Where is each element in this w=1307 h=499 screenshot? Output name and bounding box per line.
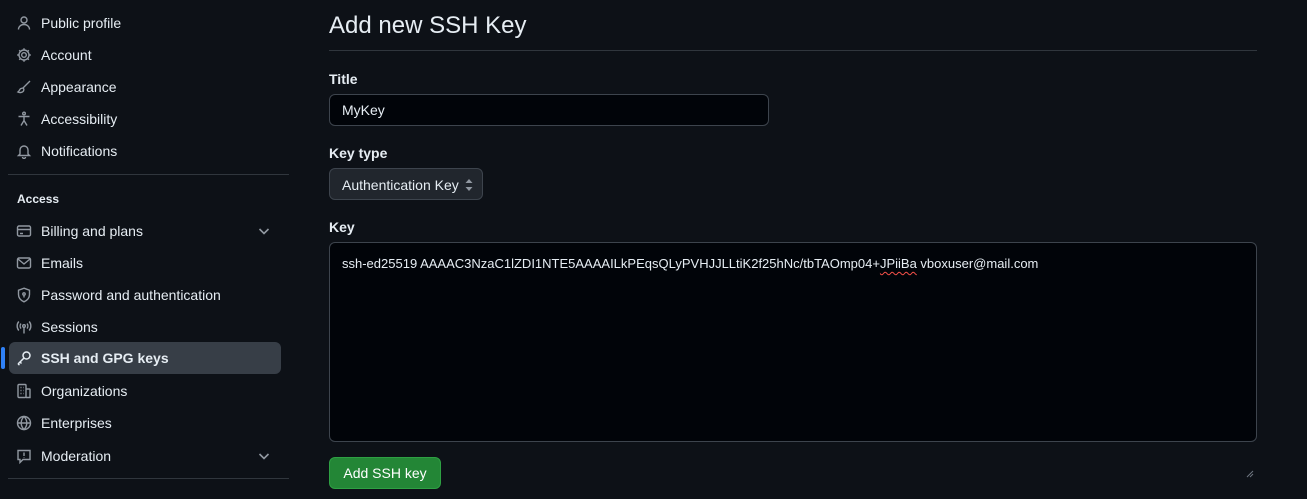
- page-title: Add new SSH Key: [329, 12, 527, 39]
- key-text-part: ssh-ed25519 AAAAC3NzaC1lZDI1NTE5AAAAILkP…: [342, 256, 880, 271]
- sidebar-divider: [8, 478, 289, 479]
- sidebar-item-label: Accessibility: [41, 111, 118, 127]
- sidebar-item-label: Enterprises: [41, 415, 112, 431]
- title-input[interactable]: [329, 94, 769, 126]
- sidebar-item-label: SSH and GPG keys: [41, 350, 169, 366]
- sidebar-item-enterprises[interactable]: Enterprises: [9, 407, 281, 439]
- key-type-selected-value: Authentication Key: [342, 177, 459, 193]
- sidebar-item-public-profile[interactable]: Public profile: [9, 7, 281, 39]
- key-type-field-label: Key type: [329, 145, 388, 161]
- broadcast-icon: [16, 319, 32, 335]
- sidebar-group-heading-access: Access: [17, 192, 60, 206]
- sidebar-item-label: Sessions: [41, 319, 98, 335]
- spellcheck-flagged-word: JPiiBa: [879, 256, 917, 271]
- organization-icon: [16, 383, 32, 399]
- sidebar-item-label: Account: [41, 47, 92, 63]
- sidebar-item-appearance[interactable]: Appearance: [9, 71, 281, 103]
- person-icon: [16, 15, 32, 31]
- add-ssh-key-form: Add new SSH Key Title Key type Authentic…: [329, 0, 1257, 499]
- sidebar-item-emails[interactable]: Emails: [9, 247, 281, 279]
- key-icon: [16, 350, 32, 366]
- key-field-label: Key: [329, 219, 355, 235]
- report-icon: [16, 448, 32, 464]
- title-divider: [329, 50, 1257, 51]
- sidebar-item-label: Organizations: [41, 383, 128, 399]
- sidebar-item-accessibility[interactable]: Accessibility: [9, 103, 281, 135]
- sidebar-item-label: Billing and plans: [41, 223, 143, 239]
- sidebar-item-label: Moderation: [41, 448, 112, 464]
- accessibility-icon: [16, 111, 32, 127]
- sidebar-item-label: Emails: [41, 255, 84, 271]
- paintbrush-icon: [16, 79, 32, 95]
- settings-sidebar: Public profile Account Appearance Access…: [0, 0, 290, 499]
- settings-page: Public profile Account Appearance Access…: [0, 0, 1307, 499]
- sidebar-item-label: Notifications: [41, 143, 118, 159]
- title-field-label: Title: [329, 71, 358, 87]
- sidebar-item-label: Appearance: [41, 79, 117, 95]
- sidebar-item-billing-and-plans[interactable]: Billing and plans: [9, 215, 281, 247]
- credit-card-icon: [16, 223, 32, 239]
- bell-icon: [16, 143, 32, 159]
- sidebar-item-notifications[interactable]: Notifications: [9, 135, 281, 167]
- sidebar-item-label: Password and authentication: [41, 287, 221, 303]
- sidebar-divider: [8, 174, 289, 175]
- chevron-down-icon[interactable]: [256, 448, 272, 464]
- sidebar-item-moderation[interactable]: Moderation: [9, 440, 281, 472]
- chevron-down-icon[interactable]: [256, 223, 272, 239]
- sidebar-item-ssh-and-gpg-keys[interactable]: SSH and GPG keys: [9, 342, 281, 374]
- add-ssh-key-button[interactable]: Add SSH key: [329, 457, 441, 489]
- globe-icon: [16, 415, 32, 431]
- sidebar-item-password-and-authentication[interactable]: Password and authentication: [9, 279, 281, 311]
- shield-lock-icon: [16, 287, 32, 303]
- resize-handle-icon[interactable]: [1244, 429, 1254, 478]
- select-arrows-icon: [464, 177, 474, 193]
- sidebar-item-sessions[interactable]: Sessions: [9, 311, 281, 343]
- mail-icon: [16, 255, 32, 271]
- active-item-indicator: [1, 347, 5, 369]
- sidebar-item-organizations[interactable]: Organizations: [9, 375, 281, 407]
- gear-icon: [16, 47, 32, 63]
- key-text-part: vboxuser@mail.com: [916, 256, 1039, 271]
- sidebar-item-label: Public profile: [41, 15, 122, 31]
- key-textarea[interactable]: ssh-ed25519 AAAAC3NzaC1lZDI1NTE5AAAAILkP…: [329, 242, 1257, 478]
- sidebar-item-account[interactable]: Account: [9, 39, 281, 71]
- key-type-select[interactable]: Authentication Key: [329, 168, 483, 200]
